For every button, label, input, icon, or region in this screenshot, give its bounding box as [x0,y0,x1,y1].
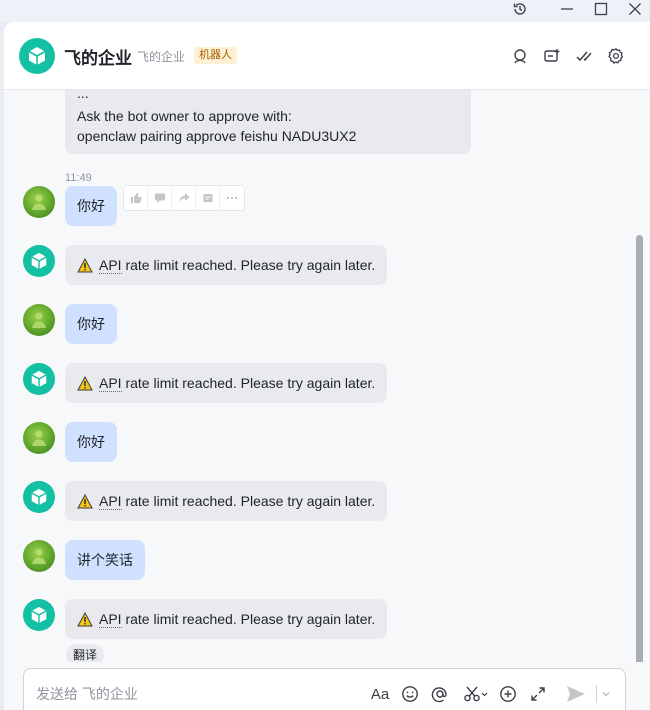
api-term[interactable]: API [99,257,122,274]
message-input[interactable] [36,683,356,705]
cube-logo-icon [31,370,47,388]
format-label: Aa [370,685,390,703]
api-term[interactable]: API [99,611,122,628]
warning-icon [77,376,93,391]
add-member-icon[interactable] [542,46,562,66]
bot-message-pairing[interactable]: ... Ask the bot owner to approve with: o… [65,90,471,154]
settings-gear-icon[interactable] [606,46,626,66]
chat-header: 飞的企业 飞的企业 机器人 [4,22,650,90]
expand-icon[interactable] [527,683,549,705]
person-icon [32,548,46,564]
emoji-icon[interactable] [399,683,421,705]
tasks-check-icon[interactable] [574,46,594,66]
scissors-icon[interactable] [461,683,491,705]
message-text: rate limit reached. Please try again lat… [125,375,376,391]
pin-icon[interactable] [196,186,220,210]
user-avatar[interactable] [23,422,55,454]
api-term[interactable]: API [99,493,122,510]
bot-badge: 机器人 [194,47,237,64]
bot-error-message[interactable]: API rate limit reached. Please try again… [65,481,388,521]
bot-avatar[interactable] [23,363,55,395]
minimize-icon[interactable] [554,0,580,18]
bot-error-message[interactable]: API rate limit reached. Please try again… [65,599,388,639]
partial-text-line: ... [77,90,89,101]
warning-icon [77,258,93,273]
message-composer: Aa [23,668,626,710]
reply-icon[interactable] [148,186,172,210]
maximize-icon[interactable] [588,0,614,18]
thumbs-up-icon[interactable] [124,186,148,210]
cube-logo-icon [28,47,46,65]
api-term[interactable]: API [99,375,122,392]
add-circle-icon[interactable] [497,683,519,705]
close-icon[interactable] [622,0,648,18]
more-icon[interactable] [220,186,244,210]
group-avatar[interactable] [19,38,55,74]
person-icon [32,312,46,328]
message-line: Ask the bot owner to approve with: [77,108,292,124]
message-scrollbar[interactable] [636,235,643,662]
user-avatar[interactable] [23,186,55,218]
window-title-bar [0,0,650,22]
user-avatar[interactable] [23,540,55,572]
history-icon[interactable] [507,0,533,18]
search-chat-icon[interactable] [510,46,530,66]
bot-error-message[interactable]: API rate limit reached. Please try again… [65,363,388,403]
person-icon [32,430,46,446]
mention-icon[interactable] [429,683,451,705]
user-avatar[interactable] [23,304,55,336]
bot-avatar[interactable] [23,599,55,631]
cube-logo-icon [31,606,47,624]
text-format-icon[interactable]: Aa [369,683,391,705]
bot-avatar[interactable] [23,245,55,277]
message-timestamp: 11:49 [65,172,92,184]
user-message[interactable]: 你好 [65,304,117,344]
user-message[interactable]: 你好 [65,186,117,226]
person-icon [32,194,46,210]
translate-button[interactable]: 翻译 [66,644,105,662]
message-text: rate limit reached. Please try again lat… [125,611,376,627]
forward-icon[interactable] [172,186,196,210]
user-message[interactable]: 讲个笑话 [65,540,145,580]
send-icon[interactable] [565,683,587,705]
user-message[interactable]: 你好 [65,422,117,462]
message-text: rate limit reached. Please try again lat… [125,257,376,273]
message-list[interactable]: ... Ask the bot owner to approve with: o… [4,90,650,662]
chat-subtitle: 飞的企业 [137,50,186,64]
chat-title[interactable]: 飞的企业 [64,44,132,69]
bot-error-message[interactable]: API rate limit reached. Please try again… [65,245,388,285]
cube-logo-icon [31,488,47,506]
send-options-chevron-icon[interactable] [597,683,615,705]
chat-window: 飞的企业 飞的企业 机器人 ... Ask the bot owner to a… [4,22,650,710]
message-action-bar [123,185,245,211]
message-text: rate limit reached. Please try again lat… [125,493,376,509]
warning-icon [77,494,93,509]
warning-icon [77,612,93,627]
message-line: openclaw pairing approve feishu NADU3UX2 [77,128,357,144]
cube-logo-icon [31,252,47,270]
bot-avatar[interactable] [23,481,55,513]
